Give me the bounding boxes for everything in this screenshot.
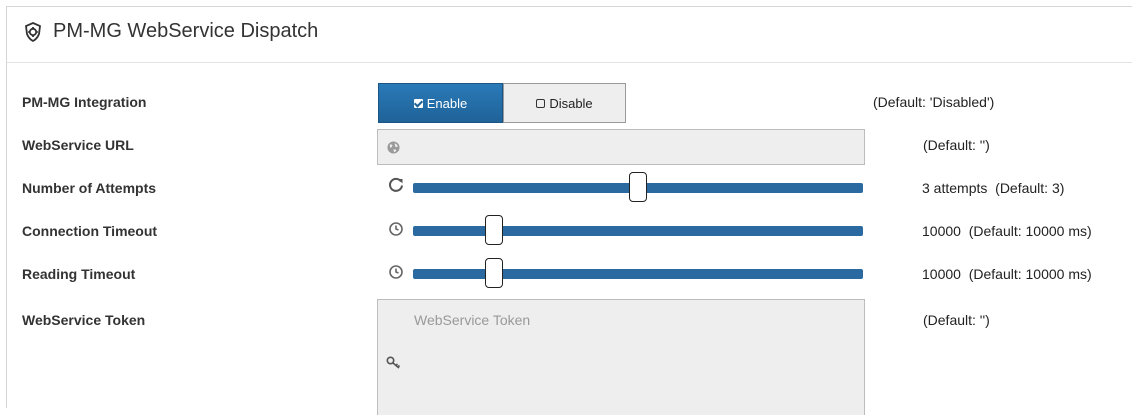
checkbox-unchecked-icon	[536, 98, 546, 108]
webservice-token-input[interactable]	[412, 310, 856, 404]
token-label: WebService Token	[22, 312, 146, 328]
clock-icon	[389, 265, 403, 279]
panel-header: PM-MG WebService Dispatch	[7, 7, 1132, 63]
key-icon	[386, 356, 401, 369]
shield-gear-icon	[25, 22, 41, 42]
panel-title: PM-MG WebService Dispatch	[53, 20, 319, 42]
clock-icon	[389, 222, 403, 236]
connection-timeout-slider[interactable]	[413, 215, 863, 245]
integration-default: (Default: 'Disabled')	[873, 94, 995, 110]
connection-timeout-label: Connection Timeout	[22, 223, 158, 239]
webservice-url-field[interactable]	[377, 129, 865, 165]
globe-icon	[387, 141, 400, 154]
attempts-label: Number of Attempts	[22, 180, 157, 196]
reading-timeout-default: (Default: 10000 ms)	[968, 266, 1092, 282]
url-label: WebService URL	[22, 137, 134, 153]
connection-timeout-current-value: 10000	[922, 223, 961, 239]
integration-label: PM-MG Integration	[22, 94, 147, 110]
checkbox-checked-icon	[413, 98, 423, 108]
disable-button[interactable]: Disable	[503, 83, 626, 123]
webservice-token-field[interactable]	[377, 299, 865, 415]
settings-panel: PM-MG WebService Dispatch PM-MG Integrat…	[6, 6, 1132, 415]
attempts-current-value: 3 attempts	[922, 180, 988, 196]
attempts-default: (Default: 3)	[995, 180, 1065, 196]
connection-timeout-default: (Default: 10000 ms)	[968, 223, 1092, 239]
reading-timeout-value-text: 10000 (Default: 10000 ms)	[922, 266, 1092, 282]
disable-button-label: Disable	[549, 95, 593, 111]
token-default: (Default: '')	[923, 312, 990, 328]
connection-timeout-slider-handle[interactable]	[485, 215, 503, 245]
reading-timeout-label: Reading Timeout	[22, 266, 136, 282]
attempts-slider-handle[interactable]	[629, 172, 647, 202]
attempts-value-text: 3 attempts (Default: 3)	[922, 180, 1064, 196]
connection-timeout-value-text: 10000 (Default: 10000 ms)	[922, 223, 1092, 239]
reading-timeout-slider-handle[interactable]	[485, 258, 503, 288]
enable-button-label: Enable	[426, 95, 468, 111]
url-default: (Default: '')	[923, 137, 990, 153]
reading-timeout-current-value: 10000	[922, 266, 961, 282]
reading-timeout-slider[interactable]	[413, 258, 863, 288]
enable-button[interactable]: Enable	[378, 83, 503, 123]
attempts-slider[interactable]	[413, 172, 863, 202]
refresh-icon	[389, 177, 403, 192]
webservice-url-input[interactable]	[408, 138, 852, 160]
